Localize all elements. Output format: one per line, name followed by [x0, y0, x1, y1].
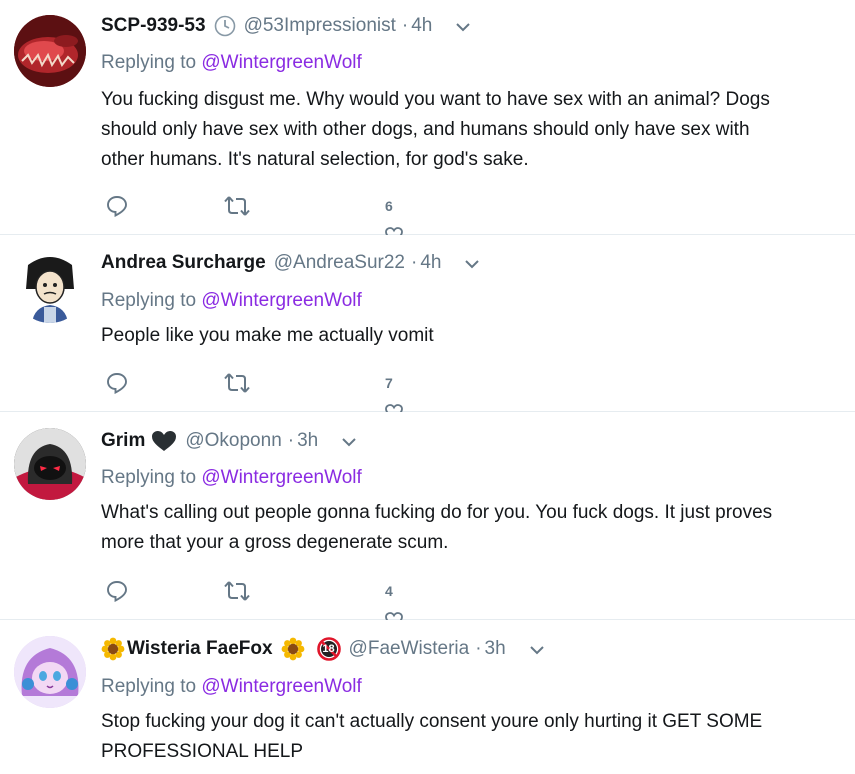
reply-icon — [107, 196, 127, 218]
timestamp[interactable]: 3h — [485, 637, 506, 661]
replying-to-label: Replying to — [101, 467, 202, 488]
no-under-18-icon: 18 — [316, 637, 341, 661]
reply-icon — [107, 581, 127, 603]
replying-to-label: Replying to — [101, 52, 202, 73]
chevron-down-icon[interactable] — [526, 638, 548, 660]
avatar-image — [14, 636, 86, 708]
like-count[interactable]: 7 — [385, 375, 393, 391]
reply-button[interactable] — [105, 579, 129, 603]
mention-link[interactable]: @WintergreenWolf — [201, 52, 361, 73]
replying-to: Replying to @WintergreenWolf — [101, 289, 362, 313]
sunflower-icon — [101, 637, 125, 661]
timestamp[interactable]: 4h — [420, 251, 441, 275]
user-handle[interactable]: @Okoponn — [185, 429, 281, 453]
retweet-icon — [224, 581, 250, 601]
sunflower-icon — [281, 637, 305, 661]
heart-icon[interactable] — [385, 227, 403, 235]
display-name[interactable]: SCP-939-53 — [101, 14, 206, 38]
chevron-down-icon[interactable] — [338, 430, 360, 452]
display-name[interactable]: Andrea Surcharge — [101, 251, 266, 275]
clock-icon — [214, 15, 236, 37]
avatar-image — [14, 428, 86, 500]
avatar[interactable] — [14, 251, 86, 323]
retweet-icon — [224, 373, 250, 393]
tweet-header: Wisteria FaeFox 18 @FaeWisteria · 3h — [101, 637, 548, 661]
retweet-button[interactable] — [223, 371, 251, 395]
replying-to: Replying to @WintergreenWolf — [101, 51, 362, 75]
replying-to: Replying to @WintergreenWolf — [101, 466, 362, 490]
avatar[interactable] — [14, 15, 86, 87]
tweet[interactable]: Andrea Surcharge @AndreaSur22 · 4h Reply… — [0, 235, 855, 412]
mention-link[interactable]: @WintergreenWolf — [201, 676, 361, 697]
avatar-image — [14, 251, 86, 323]
like-count[interactable]: 6 — [385, 198, 393, 214]
reply-button[interactable] — [105, 194, 129, 218]
replying-to-label: Replying to — [101, 290, 202, 311]
avatar[interactable] — [14, 636, 86, 708]
retweet-button[interactable] — [223, 194, 251, 218]
like-count[interactable]: 4 — [385, 583, 393, 599]
reply-button[interactable] — [105, 371, 129, 395]
separator-dot: · — [401, 15, 409, 36]
tweet-header: Andrea Surcharge @AndreaSur22 · 4h — [101, 251, 483, 275]
user-handle[interactable]: @FaeWisteria — [349, 637, 470, 661]
timestamp[interactable]: 4h — [411, 14, 432, 38]
tweet[interactable]: Grim @Okoponn · 3h Replying to @Wintergr… — [0, 412, 855, 620]
user-handle[interactable]: @AndreaSur22 — [274, 251, 405, 275]
tweet-header: SCP-939-53 @53Impressionist · 4h — [101, 14, 474, 38]
avatar-image — [14, 15, 86, 87]
retweet-icon — [224, 196, 250, 216]
timestamp[interactable]: 3h — [297, 429, 318, 453]
avatar[interactable] — [14, 428, 86, 500]
user-handle[interactable]: @53Impressionist — [244, 14, 396, 38]
heart-icon[interactable] — [385, 612, 403, 620]
tweet[interactable]: Wisteria FaeFox 18 @FaeWisteria · 3h Rep… — [0, 620, 855, 774]
tweet[interactable]: SCP-939-53 @53Impressionist · 4h Replyin… — [0, 0, 855, 235]
replying-to: Replying to @WintergreenWolf — [101, 675, 362, 699]
separator-dot: · — [287, 430, 295, 451]
tweet-header: Grim @Okoponn · 3h — [101, 429, 360, 453]
reply-icon — [107, 373, 127, 395]
chevron-down-icon[interactable] — [452, 15, 474, 37]
chevron-down-icon[interactable] — [461, 252, 483, 274]
retweet-button[interactable] — [223, 579, 251, 603]
tweet-text: You fucking disgust me. Why would you wa… — [101, 89, 770, 170]
mention-link[interactable]: @WintergreenWolf — [201, 467, 361, 488]
heart-icon[interactable] — [385, 404, 403, 412]
display-name[interactable]: Wisteria FaeFox — [127, 637, 273, 661]
black-heart-icon — [151, 430, 177, 452]
tweet-text: Stop fucking your dog it can't actually … — [101, 711, 763, 762]
separator-dot: · — [411, 252, 418, 273]
separator-dot: · — [475, 638, 482, 659]
tweet-text: What's calling out people gonna fucking … — [101, 502, 773, 553]
mention-link[interactable]: @WintergreenWolf — [201, 290, 361, 311]
display-name[interactable]: Grim — [101, 429, 145, 453]
replying-to-label: Replying to — [101, 676, 202, 697]
tweet-text: People like you make me actually vomit — [101, 325, 434, 346]
no-under-18-label: 18 — [322, 643, 335, 655]
